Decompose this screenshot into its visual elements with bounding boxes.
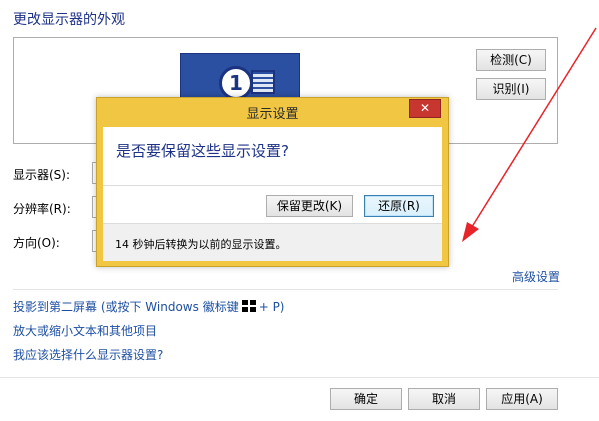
arrow-head: [462, 222, 479, 242]
red-arrow-annotation: [462, 27, 597, 242]
arrow-shaft: [469, 27, 597, 231]
